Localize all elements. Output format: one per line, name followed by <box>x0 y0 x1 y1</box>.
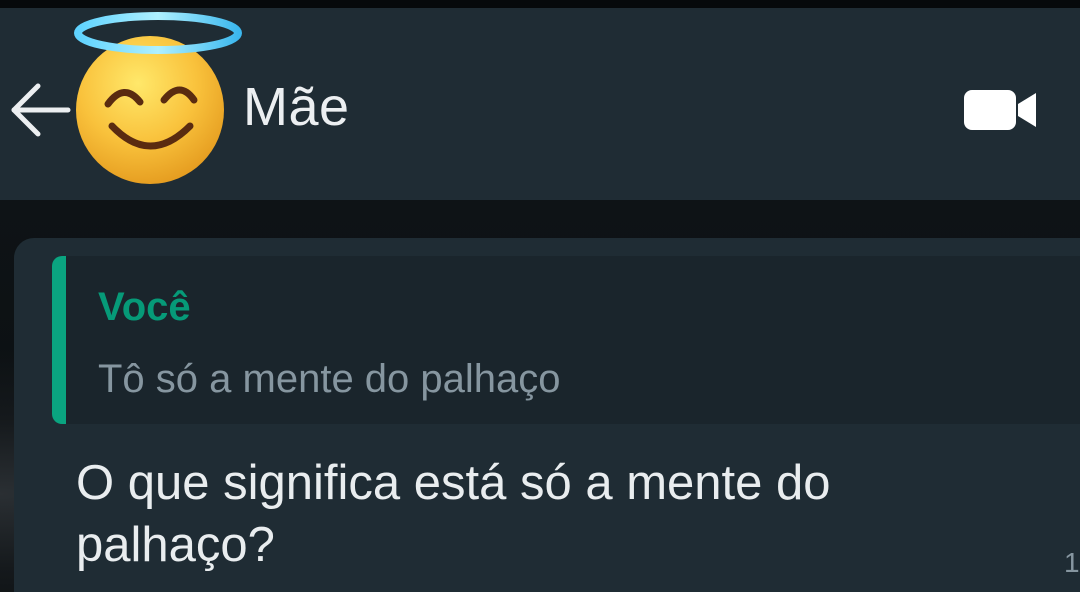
quote-accent-bar <box>52 256 66 424</box>
smiling-face-with-halo-icon <box>74 12 242 184</box>
chat-header: Mãe <box>0 8 1080 200</box>
video-call-icon[interactable] <box>958 84 1040 136</box>
chat-screen: Mãe Você Tô só a mente do palhaço O que … <box>0 0 1080 592</box>
quoted-text: Tô só a mente do palhaço <box>98 357 561 401</box>
contact-name[interactable]: Mãe <box>243 74 350 140</box>
quoted-author: Você <box>98 285 191 329</box>
contact-avatar[interactable] <box>68 8 248 190</box>
status-bar-edge <box>0 0 1080 8</box>
back-arrow-icon[interactable] <box>8 82 72 138</box>
message-timestamp: 1 <box>1064 547 1080 578</box>
quoted-message[interactable]: Você Tô só a mente do palhaço <box>52 256 1080 424</box>
message-text: O que significa está só a mente do palha… <box>76 456 831 572</box>
